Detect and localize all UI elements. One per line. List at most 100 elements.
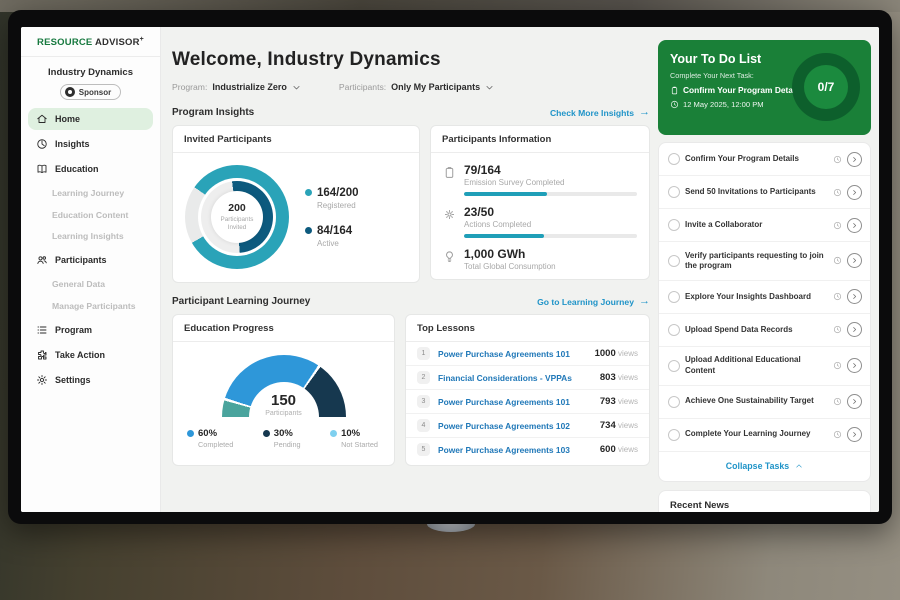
task-open-button[interactable]: [847, 152, 862, 167]
task-open-button[interactable]: [847, 218, 862, 233]
info-row: 23/50 Actions Completed: [443, 205, 637, 238]
collapse-tasks-link[interactable]: Collapse Tasks: [659, 452, 870, 481]
lesson-link[interactable]: Power Purchase Agreements 102: [438, 421, 592, 431]
lesson-link[interactable]: Power Purchase Agreements 103: [438, 445, 592, 455]
legend-dot: [263, 430, 270, 437]
chev-up-icon: [795, 462, 803, 470]
chev-right-icon: [851, 156, 858, 163]
legend-label: Completed: [198, 440, 233, 449]
progress-bar: [464, 192, 637, 196]
lesson-views-count: 734: [600, 420, 616, 431]
task-label: Send 50 Invitations to Participants: [685, 187, 828, 197]
info-value: 23/50: [464, 205, 531, 219]
task-row[interactable]: Send 50 Invitations to Participants: [659, 176, 870, 209]
sidebar-item-label: Participants: [55, 255, 107, 265]
info-value: 1,000 GWh: [464, 247, 556, 261]
sidebar-item[interactable]: Program: [28, 319, 153, 341]
info-label: Total Global Consumption: [464, 262, 556, 271]
legend-dot: [305, 189, 312, 196]
lesson-link[interactable]: Power Purchase Agreements 101: [438, 397, 592, 407]
task-row[interactable]: Achieve One Sustainability Target: [659, 386, 870, 419]
lesson-views-count: 793: [600, 396, 616, 407]
check-more-insights-link[interactable]: Check More Insights →: [550, 107, 650, 118]
sidebar-item-label: Program: [55, 325, 92, 335]
invited-donut-chart: 200 Participants Invited: [185, 165, 289, 269]
filter-dropdown[interactable]: Participants: Only My Participants: [339, 82, 494, 92]
sidebar-item[interactable]: Education Content: [28, 206, 153, 223]
task-open-button[interactable]: [847, 394, 862, 409]
views-suffix: views: [618, 349, 638, 358]
task-row[interactable]: Explore Your Insights Dashboard: [659, 281, 870, 314]
legend-value: 10%: [341, 428, 360, 439]
lesson-link[interactable]: Financial Considerations - VPPAs: [438, 373, 592, 383]
arrow-right-icon: →: [639, 296, 650, 307]
task-row[interactable]: Confirm Your Program Details: [659, 143, 870, 176]
clock-icon: [833, 430, 842, 439]
sidebar-item[interactable]: Take Action: [28, 344, 153, 366]
task-checkbox[interactable]: [668, 291, 680, 303]
card-title: Top Lessons: [406, 315, 649, 342]
task-checkbox[interactable]: [668, 324, 680, 336]
filter-dropdown[interactable]: Program: Industrialize Zero: [172, 82, 301, 92]
sponsor-badge[interactable]: Sponsor: [60, 84, 121, 100]
participants-icon: [36, 254, 48, 266]
task-row[interactable]: Complete Your Learning Journey: [659, 419, 870, 452]
task-open-button[interactable]: [847, 185, 862, 200]
task-open-button[interactable]: [847, 358, 862, 373]
task-checkbox[interactable]: [668, 396, 680, 408]
legend-dot: [330, 430, 337, 437]
participants-information-card: Participants Information 79/164 Emiss: [430, 125, 650, 280]
sidebar-item[interactable]: Learning Insights: [28, 228, 153, 245]
task-checkbox[interactable]: [668, 186, 680, 198]
legend-label: Registered: [317, 201, 359, 210]
sidebar-item[interactable]: Settings: [28, 369, 153, 391]
task-label: Upload Spend Data Records: [685, 325, 828, 335]
sidebar-item[interactable]: Education: [28, 158, 153, 180]
go-to-learning-journey-link[interactable]: Go to Learning Journey →: [537, 296, 650, 307]
legend-dot: [305, 227, 312, 234]
take-action-icon: [36, 349, 48, 361]
logo-resource: RESOURCE: [37, 37, 92, 48]
task-open-button[interactable]: [847, 253, 862, 268]
monitor-bezel: RESOURCE ADVISOR+ Industry Dynamics Spon…: [8, 10, 892, 524]
sidebar-item[interactable]: Home: [28, 108, 153, 130]
sidebar-item[interactable]: Manage Participants: [28, 297, 153, 314]
task-checkbox[interactable]: [668, 255, 680, 267]
legend-label: Active: [317, 239, 359, 248]
content-area: Welcome, Industry Dynamics Program: Indu…: [161, 27, 879, 512]
page-title: Welcome, Industry Dynamics: [172, 49, 650, 71]
lesson-link[interactable]: Power Purchase Agreements 101: [438, 349, 587, 359]
task-row[interactable]: Invite a Collaborator: [659, 209, 870, 242]
sidebar-item[interactable]: General Data: [28, 276, 153, 293]
lesson-rank: 1: [417, 347, 430, 360]
views-suffix: views: [618, 445, 638, 454]
card-title: Participants Information: [431, 126, 649, 153]
task-row[interactable]: Upload Additional Educational Content: [659, 347, 870, 386]
sidebar-item[interactable]: Insights: [28, 133, 153, 155]
task-row[interactable]: Upload Spend Data Records: [659, 314, 870, 347]
views-suffix: views: [618, 397, 638, 406]
sidebar-item[interactable]: Learning Journey: [28, 185, 153, 202]
task-open-button[interactable]: [847, 427, 862, 442]
sidebar-item[interactable]: Participants: [28, 249, 153, 271]
donut-center-value: 200: [228, 202, 246, 214]
task-open-button[interactable]: [847, 289, 862, 304]
task-checkbox[interactable]: [668, 219, 680, 231]
sidebar-item-label: Learning Insights: [52, 231, 124, 241]
sponsor-icon: [65, 87, 75, 97]
task-label: Explore Your Insights Dashboard: [685, 292, 828, 302]
task-open-button[interactable]: [847, 322, 862, 337]
task-checkbox[interactable]: [668, 429, 680, 441]
task-checkbox[interactable]: [668, 153, 680, 165]
logo-advisor: ADVISOR: [95, 37, 140, 48]
task-label: Upload Additional Educational Content: [685, 355, 828, 376]
task-row[interactable]: Verify participants requesting to join t…: [659, 242, 870, 281]
legend-item: 30% Pending: [263, 428, 301, 449]
education-gauge-chart: 150 Participants: [222, 355, 346, 417]
invited-participants-card: Invited Participants 200 Participants In…: [172, 125, 420, 283]
task-checkbox[interactable]: [668, 360, 680, 372]
clock-icon: [833, 292, 842, 301]
main-column: Welcome, Industry Dynamics Program: Indu…: [161, 27, 658, 512]
views-suffix: views: [618, 373, 638, 382]
sidebar-item-label: Education Content: [52, 210, 128, 220]
